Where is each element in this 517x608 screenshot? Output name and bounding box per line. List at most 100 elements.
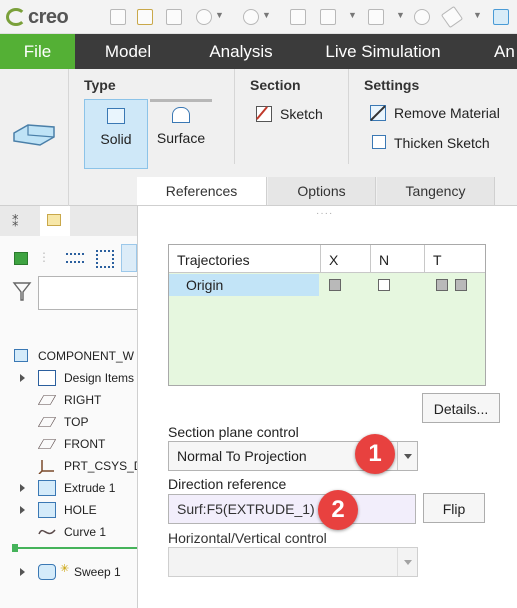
- open-folder-icon[interactable]: [137, 9, 153, 25]
- surface-button[interactable]: Surface: [150, 102, 212, 169]
- hv-control-select[interactable]: [168, 547, 418, 577]
- tab-references[interactable]: References: [137, 177, 267, 205]
- direction-reference-field[interactable]: Surf:F5(EXTRUDE_1): [168, 494, 416, 524]
- tab-options[interactable]: Options: [268, 177, 376, 205]
- menu-live-simulation[interactable]: Live Simulation: [312, 34, 454, 69]
- tree-item-sweep-1[interactable]: ✳ Sweep 1: [0, 563, 137, 582]
- expand-arrow-icon[interactable]: [20, 484, 25, 492]
- ribbon: Type Solid Surface Section Sketch Settin…: [0, 69, 517, 206]
- x-checkbox[interactable]: [329, 279, 341, 291]
- t-checkbox-1[interactable]: [436, 279, 448, 291]
- insert-indicator-line[interactable]: [12, 547, 137, 549]
- tree-settings-icon[interactable]: [121, 244, 137, 272]
- thicken-sketch-button[interactable]: Thicken Sketch: [368, 133, 517, 155]
- settings-group-label: Settings: [364, 77, 420, 93]
- tree-item-label: Sweep 1: [74, 565, 121, 579]
- trajectories-table: Trajectories X N T Origin: [168, 244, 486, 386]
- sweep-icon: [38, 564, 56, 580]
- curve-icon: [38, 524, 56, 540]
- datum-plane-icon: [37, 439, 57, 449]
- model-view-icon[interactable]: [493, 9, 509, 25]
- expand-arrow-icon[interactable]: [20, 506, 25, 514]
- coordinate-system-icon: [38, 458, 56, 475]
- insert-indicator-handle[interactable]: [12, 544, 18, 552]
- print-dropdown-icon[interactable]: ▼: [396, 10, 405, 20]
- menu-analysis[interactable]: Analysis: [196, 34, 286, 69]
- new-feature-star-icon: ✳: [60, 563, 70, 575]
- remove-material-button[interactable]: Remove Material: [368, 103, 517, 125]
- solid-label: Solid: [100, 131, 132, 147]
- sweep-feature-icon: [10, 119, 58, 149]
- remove-material-label: Remove Material: [394, 105, 500, 121]
- part-cube-icon[interactable]: [14, 252, 28, 265]
- solid-button[interactable]: Solid: [84, 99, 148, 169]
- tree-tabs: ⁑: [0, 206, 137, 236]
- tree-item-hole[interactable]: HOLE: [0, 502, 137, 520]
- toolbar-grip: ⋮: [38, 250, 50, 264]
- tree-item-top[interactable]: TOP: [0, 414, 137, 432]
- measure-icon[interactable]: [440, 5, 464, 29]
- section-group-label: Section: [250, 77, 301, 93]
- redo-dropdown-icon[interactable]: ▼: [262, 10, 271, 20]
- tree-item-front[interactable]: FRONT: [0, 436, 137, 454]
- slash-mark: [370, 105, 386, 121]
- section-plane-value: Normal To Projection: [177, 448, 307, 464]
- tab-tangency[interactable]: Tangency: [377, 177, 495, 205]
- model-tree-panel: ⁑ ⋮ COMPONENT_W Design Items RIGHT TOP F…: [0, 206, 138, 608]
- design-items-icon: [38, 370, 56, 386]
- tree-item-label: Curve 1: [64, 525, 107, 539]
- type-group-label: Type: [84, 77, 116, 93]
- table-row[interactable]: Origin: [169, 274, 485, 296]
- datum-plane-icon: [37, 395, 57, 405]
- undo-icon[interactable]: [196, 9, 212, 25]
- expand-arrow-icon[interactable]: [20, 374, 25, 382]
- tree-item-design-items[interactable]: Design Items: [0, 370, 137, 388]
- tree-item-csys[interactable]: PRT_CSYS_DE: [0, 458, 137, 476]
- sketch-button[interactable]: Sketch: [254, 104, 334, 126]
- col-header-x: X: [321, 245, 371, 273]
- layers-icon: [47, 214, 61, 226]
- filter-icon[interactable]: [12, 280, 32, 304]
- appearance-icon[interactable]: [414, 9, 430, 25]
- hv-control-label: Horizontal/Vertical control: [168, 530, 327, 546]
- n-checkbox[interactable]: [378, 279, 390, 291]
- tree-item-label: Design Items: [64, 371, 135, 385]
- menu-model[interactable]: Model: [88, 34, 168, 69]
- expand-arrow-icon[interactable]: [20, 568, 25, 576]
- tree-item-right[interactable]: RIGHT: [0, 392, 137, 410]
- chevron-down-icon[interactable]: [397, 442, 417, 470]
- menu-overflow[interactable]: An: [494, 34, 517, 69]
- flip-button[interactable]: Flip: [423, 493, 485, 523]
- ribbon-divider: [234, 69, 235, 164]
- windows-icon[interactable]: [320, 9, 336, 25]
- tree-root[interactable]: COMPONENT_W: [0, 348, 137, 366]
- panel-grip[interactable]: ····: [316, 208, 333, 219]
- details-button[interactable]: Details...: [422, 393, 500, 423]
- redo-icon[interactable]: [243, 9, 259, 25]
- menu-file[interactable]: File: [0, 34, 75, 69]
- trajectory-name[interactable]: Origin: [169, 274, 319, 296]
- measure-dropdown-icon[interactable]: ▼: [473, 10, 482, 20]
- tree-item-extrude-1[interactable]: Extrude 1: [0, 480, 137, 498]
- chevron-down-icon[interactable]: [397, 548, 417, 576]
- col-header-t: T: [425, 245, 485, 273]
- undo-dropdown-icon[interactable]: ▼: [215, 10, 224, 20]
- creo-logo-text: creo: [28, 6, 69, 28]
- regenerate-icon[interactable]: [290, 9, 306, 25]
- hole-icon: [38, 502, 56, 518]
- tree-item-label: TOP: [64, 415, 89, 429]
- tree-filter-list-icon[interactable]: [66, 250, 84, 268]
- tree-item-curve-1[interactable]: Curve 1: [0, 524, 137, 542]
- tree-search-input[interactable]: [38, 276, 138, 310]
- creo-logo-mark-icon: [6, 8, 26, 26]
- new-file-icon[interactable]: [110, 9, 126, 25]
- tree-columns-icon[interactable]: [96, 250, 114, 268]
- save-icon[interactable]: [166, 9, 182, 25]
- layer-tree-tab[interactable]: [40, 206, 70, 236]
- windows-dropdown-icon[interactable]: ▼: [348, 10, 357, 20]
- print-icon[interactable]: [368, 9, 384, 25]
- model-tree-tab-icon[interactable]: ⁑: [12, 214, 19, 230]
- tree-item-label: FRONT: [64, 437, 106, 451]
- t-checkbox-2[interactable]: [455, 279, 467, 291]
- direction-reference-value: Surf:F5(EXTRUDE_1): [177, 501, 315, 517]
